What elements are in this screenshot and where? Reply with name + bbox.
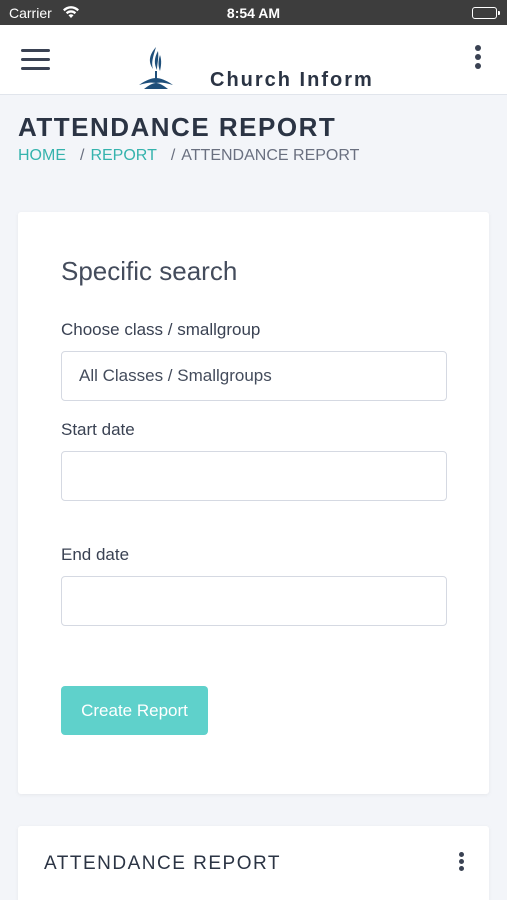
class-select[interactable]: All Classes / Smallgroups xyxy=(61,351,447,401)
app-header: Church Inform xyxy=(0,25,507,95)
search-card-title: Specific search xyxy=(61,256,238,286)
search-card: Specific search Choose class / smallgrou… xyxy=(18,212,489,794)
start-date-label: Start date xyxy=(61,420,135,439)
breadcrumb: HOME / REPORT / ATTENDANCE REPORT xyxy=(18,147,359,165)
battery-icon xyxy=(472,7,500,19)
report-card-title: ATTENDANCE REPORT xyxy=(44,853,281,874)
breadcrumb-separator: / xyxy=(170,147,176,164)
class-select-label: Choose class / smallgroup xyxy=(61,320,261,339)
create-report-button[interactable]: Create Report xyxy=(61,686,208,735)
breadcrumb-home-link[interactable]: HOME xyxy=(18,147,66,164)
app-brand-name: Church Inform xyxy=(210,69,374,91)
report-options-icon[interactable] xyxy=(457,852,465,872)
status-bar: Carrier 8:54 AM xyxy=(0,0,507,25)
breadcrumb-current: ATTENDANCE REPORT xyxy=(181,147,360,164)
end-date-label: End date xyxy=(61,545,130,564)
hamburger-menu-icon[interactable] xyxy=(21,49,50,71)
breadcrumb-report-link[interactable]: REPORT xyxy=(90,147,156,164)
start-date-field[interactable] xyxy=(61,451,447,501)
church-flame-logo xyxy=(136,45,176,91)
report-card: ATTENDANCE REPORT xyxy=(18,826,489,900)
vertical-dots-icon[interactable] xyxy=(473,45,483,73)
breadcrumb-separator: / xyxy=(80,147,85,164)
end-date-field[interactable] xyxy=(61,576,447,626)
clock: 8:54 AM xyxy=(226,5,281,21)
page-title: ATTENDANCE REPORT xyxy=(18,112,337,142)
